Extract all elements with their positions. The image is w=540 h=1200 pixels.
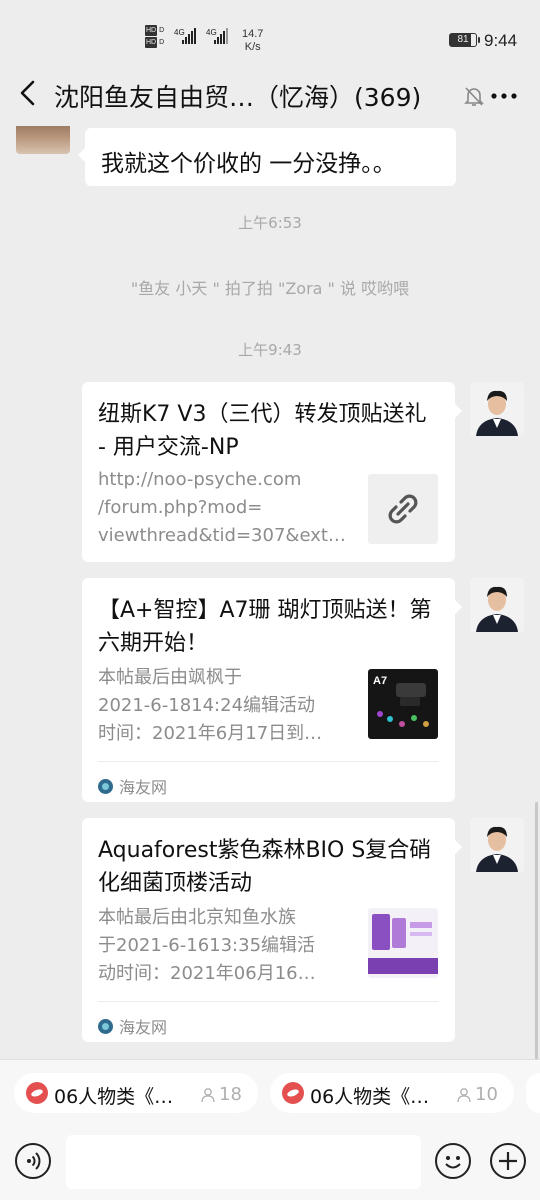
card-title: 纽斯K7 V3（三代）转发顶贴送礼 - 用户交流-NP xyxy=(98,402,427,460)
card-description: 本帖最后由北京知鱼水族 于2021-6-1613:35编辑活 动时间：2021年… xyxy=(98,907,316,984)
message-list[interactable]: 我就这个价收的 一分没挣。。 上午6:53 "鱼友 小天 " 拍了拍 "Zora… xyxy=(0,126,540,1059)
chip-icon xyxy=(282,1082,304,1104)
quick-chip-partial[interactable] xyxy=(526,1073,540,1113)
avatar[interactable] xyxy=(16,126,70,154)
card-title: Aquaforest紫色森林BIO S复合硝化细菌顶楼活动 xyxy=(98,838,432,896)
timestamp: 上午6:53 xyxy=(238,214,302,232)
hd-indicator: HD D HD D xyxy=(145,25,165,48)
scrollbar[interactable] xyxy=(535,802,538,1059)
card-description: 本帖最后由飒枫于 2021-6-1814:24编辑活动 时间：2021年6月17… xyxy=(98,667,323,744)
plus-icon xyxy=(499,1152,517,1170)
chip-count: 10 xyxy=(456,1084,498,1105)
status-bar: HD D HD D 4G 4G 14.7 K/s 81 9:44 xyxy=(0,0,540,56)
card-source: 海友网 xyxy=(98,774,167,798)
person-icon xyxy=(201,1087,215,1102)
source-icon xyxy=(98,778,113,794)
avatar[interactable] xyxy=(470,578,524,632)
divider xyxy=(98,1001,439,1002)
pat-notice: "鱼友 小天 " 拍了拍 "Zora " 说 哎哟喂 xyxy=(130,279,410,298)
voice-input-button[interactable] xyxy=(15,1143,51,1179)
mute-bell-icon xyxy=(464,87,484,106)
svg-text:A7: A7 xyxy=(373,675,387,687)
link-card[interactable]: 纽斯K7 V3（三代）转发顶贴送礼 - 用户交流-NP http://noo-p… xyxy=(82,382,462,562)
link-card[interactable]: Aquaforest紫色森林BIO S复合硝化细菌顶楼活动 本帖最后由北京知鱼水… xyxy=(82,818,462,1042)
input-row xyxy=(0,1133,540,1200)
timestamp: 上午9:43 xyxy=(238,341,302,359)
link-card[interactable]: 【A+智控】A7珊 瑚灯顶贴送！第六期开始！ 本帖最后由飒枫于 2021-6-1… xyxy=(82,578,462,802)
voice-icon xyxy=(27,1152,41,1170)
person-icon xyxy=(457,1087,471,1102)
card-thumbnail: A7 xyxy=(368,669,438,739)
chat-title: 沈阳鱼友自由贸…（忆海）(369) xyxy=(54,83,422,112)
chip-icon xyxy=(26,1082,48,1104)
quick-chip[interactable]: 06人物类《… 18 xyxy=(14,1073,258,1113)
card-title: 【A+智控】A7珊 瑚灯顶贴送！第六期开始！ xyxy=(98,598,432,656)
more-options-icon[interactable] xyxy=(490,84,518,108)
message-bubble[interactable]: 我就这个价收的 一分没挣。。 xyxy=(78,128,456,186)
divider xyxy=(98,761,439,762)
card-description: http://noo-psyche.com /forum.php?mod= vi… xyxy=(98,469,353,546)
card-thumbnail xyxy=(368,908,438,978)
avatar[interactable] xyxy=(470,818,524,872)
network-speed: 14.7 K/s xyxy=(242,28,264,53)
message-input[interactable] xyxy=(66,1135,421,1189)
signal-icon xyxy=(214,28,228,44)
clock: 9:44 xyxy=(484,31,518,50)
more-functions-button[interactable] xyxy=(490,1143,526,1179)
signal-icon xyxy=(182,28,196,44)
battery-icon: 81 xyxy=(449,33,480,47)
chat-header: 沈阳鱼友自由贸…（忆海）(369) xyxy=(0,62,540,126)
smile-icon xyxy=(445,1156,461,1169)
avatar[interactable] xyxy=(470,382,524,436)
quick-chip[interactable]: 06人物类《… 10 xyxy=(270,1073,514,1113)
emoji-button[interactable] xyxy=(435,1143,471,1179)
chip-count: 18 xyxy=(200,1084,242,1105)
source-icon xyxy=(98,1018,113,1034)
link-icon xyxy=(368,474,438,544)
back-arrow-icon[interactable] xyxy=(14,76,44,110)
card-source: 海友网 xyxy=(98,1014,167,1038)
bottom-bar: 06人物类《… 18 06人物类《… 10 xyxy=(0,1059,540,1200)
